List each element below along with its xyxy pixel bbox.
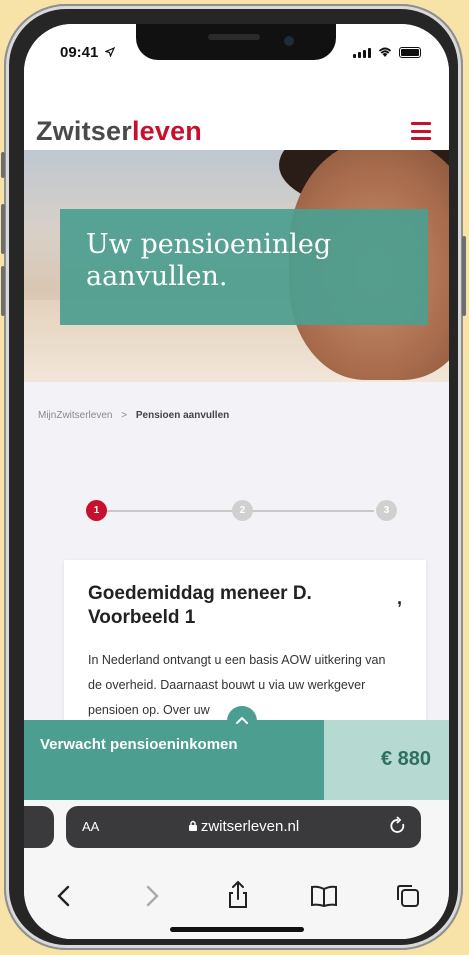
reload-icon[interactable]: [389, 816, 407, 836]
safari-bottom-bar: AA zwitserleven.nl: [24, 800, 449, 939]
forward-arrow-icon[interactable]: [134, 878, 170, 914]
greeting-title: Goedemiddag meneer D. Voorbeeld 1: [88, 583, 312, 628]
tabs-icon[interactable]: [390, 878, 426, 914]
url-display[interactable]: zwitserleven.nl: [66, 818, 421, 835]
zwitserleven-logo[interactable]: Zwitserleven: [36, 116, 202, 147]
status-time-label: 09:41: [60, 44, 99, 61]
breadcrumb-home-link[interactable]: MijnZwitserleven: [38, 410, 112, 421]
address-bar[interactable]: AA zwitserleven.nl: [66, 806, 421, 848]
front-camera: [284, 36, 294, 46]
mute-switch: [1, 152, 5, 178]
hamburger-menu-icon[interactable]: [411, 122, 431, 140]
expected-income-value: € 880: [380, 748, 431, 770]
bookmarks-book-icon[interactable]: [306, 878, 342, 914]
logo-part-1: Zwitser: [36, 116, 132, 146]
notch: [136, 24, 336, 60]
speaker: [208, 34, 260, 40]
battery-icon: [399, 47, 421, 58]
phone-frame: 09:41 Zwitserleven Uw pensioeninleg aanv…: [1, 4, 466, 950]
breadcrumb-separator: >: [121, 410, 128, 421]
expected-income-bar[interactable]: Verwacht pensioeninkomen € 880: [24, 706, 449, 800]
expected-income-value-panel: € 880: [324, 720, 449, 800]
step-3[interactable]: 3: [376, 500, 397, 521]
hero-banner: Uw pensioeninleg aanvullen.: [24, 150, 449, 382]
back-arrow-icon[interactable]: [46, 878, 82, 914]
expected-income-label-panel: Verwacht pensioeninkomen: [24, 720, 324, 800]
wifi-icon: [378, 47, 392, 57]
hero-title-box: Uw pensioeninleg aanvullen.: [60, 209, 428, 325]
phone-screen: 09:41 Zwitserleven Uw pensioeninleg aanv…: [24, 24, 449, 939]
breadcrumb: MijnZwitserleven > Pensioen aanvullen: [38, 410, 229, 421]
cellular-signal-icon: [353, 48, 371, 58]
previous-tab-peek[interactable]: [24, 806, 54, 848]
breadcrumb-current: Pensioen aanvullen: [135, 410, 230, 421]
volume-up-button: [1, 204, 5, 254]
home-indicator[interactable]: [170, 927, 304, 932]
site-header: Zwitserleven: [24, 80, 449, 150]
progress-stepper: 1 2 3: [86, 499, 397, 523]
step-2[interactable]: 2: [232, 500, 253, 521]
volume-down-button: [1, 266, 5, 316]
power-button: [462, 236, 466, 316]
location-arrow-icon: [103, 46, 115, 58]
status-time: 09:41: [60, 44, 115, 61]
hero-title: Uw pensioeninleg aanvullen.: [86, 229, 332, 292]
step-1-active[interactable]: 1: [86, 500, 107, 521]
safari-toolbar: [24, 878, 449, 918]
expected-income-label: Verwacht pensioeninkomen: [40, 736, 238, 753]
greeting-trailing-mark: ,: [396, 588, 402, 608]
url-text: zwitserleven.nl: [200, 818, 300, 835]
share-icon[interactable]: [220, 878, 256, 914]
expand-chevron-up-icon[interactable]: [227, 706, 257, 736]
lock-icon: [188, 820, 197, 831]
logo-part-2: leven: [131, 116, 202, 146]
status-icons: [353, 46, 421, 58]
